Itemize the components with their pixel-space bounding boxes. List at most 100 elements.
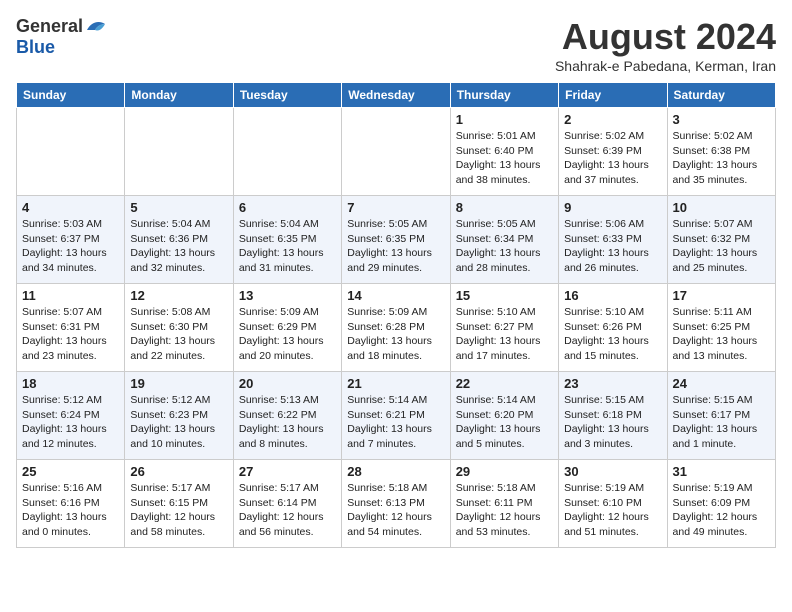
- day-number: 20: [239, 376, 336, 391]
- day-number: 25: [22, 464, 119, 479]
- calendar-cell: 16 Sunrise: 5:10 AM Sunset: 6:26 PM Dayli…: [559, 284, 667, 372]
- day-info: Sunrise: 5:14 AM Sunset: 6:20 PM Dayligh…: [456, 393, 553, 452]
- calendar-cell: 18Sunrise: 5:12 AM Sunset: 6:24 PM Dayli…: [17, 372, 125, 460]
- weekday-header-friday: Friday: [559, 83, 667, 108]
- calendar-cell: 14 Sunrise: 5:09 AM Sunset: 6:28 PM Dayli…: [342, 284, 450, 372]
- day-number: 10: [673, 200, 770, 215]
- day-number: 6: [239, 200, 336, 215]
- weekday-header-tuesday: Tuesday: [233, 83, 341, 108]
- calendar-cell: [233, 108, 341, 196]
- day-number: 21: [347, 376, 444, 391]
- weekday-header-row: SundayMondayTuesdayWednesdayThursdayFrid…: [17, 83, 776, 108]
- calendar-cell: 30Sunrise: 5:19 AM Sunset: 6:10 PM Dayli…: [559, 460, 667, 548]
- day-info: Sunrise: 5:05 AM Sunset: 6:34 PM Dayligh…: [456, 217, 553, 276]
- day-info: Sunrise: 5:01 AM Sunset: 6:40 PM Dayligh…: [456, 129, 553, 188]
- calendar-cell: [125, 108, 233, 196]
- title-area: August 2024 Shahrak-e Pabedana, Kerman, …: [555, 16, 776, 74]
- calendar-cell: [342, 108, 450, 196]
- calendar-cell: 8 Sunrise: 5:05 AM Sunset: 6:34 PM Daylig…: [450, 196, 558, 284]
- day-info: Sunrise: 5:07 AM Sunset: 6:31 PM Dayligh…: [22, 305, 119, 364]
- calendar-cell: [17, 108, 125, 196]
- calendar-cell: 11 Sunrise: 5:07 AM Sunset: 6:31 PM Dayli…: [17, 284, 125, 372]
- day-info: Sunrise: 5:18 AM Sunset: 6:13 PM Dayligh…: [347, 481, 444, 540]
- day-number: 2: [564, 112, 661, 127]
- day-info: Sunrise: 5:17 AM Sunset: 6:15 PM Dayligh…: [130, 481, 227, 540]
- calendar-cell: 1 Sunrise: 5:01 AM Sunset: 6:40 PM Daylig…: [450, 108, 558, 196]
- day-number: 23: [564, 376, 661, 391]
- week-row-4: 18Sunrise: 5:12 AM Sunset: 6:24 PM Dayli…: [17, 372, 776, 460]
- week-row-5: 25 Sunrise: 5:16 AM Sunset: 6:16 PM Dayli…: [17, 460, 776, 548]
- day-number: 13: [239, 288, 336, 303]
- day-number: 18: [22, 376, 119, 391]
- day-info: Sunrise: 5:02 AM Sunset: 6:38 PM Dayligh…: [673, 129, 770, 188]
- calendar-cell: 25 Sunrise: 5:16 AM Sunset: 6:16 PM Dayli…: [17, 460, 125, 548]
- day-number: 19: [130, 376, 227, 391]
- day-info: Sunrise: 5:08 AM Sunset: 6:30 PM Dayligh…: [130, 305, 227, 364]
- day-number: 7: [347, 200, 444, 215]
- calendar-cell: 3 Sunrise: 5:02 AM Sunset: 6:38 PM Daylig…: [667, 108, 775, 196]
- calendar-cell: 12 Sunrise: 5:08 AM Sunset: 6:30 PM Dayli…: [125, 284, 233, 372]
- day-number: 3: [673, 112, 770, 127]
- day-info: Sunrise: 5:07 AM Sunset: 6:32 PM Dayligh…: [673, 217, 770, 276]
- day-number: 24: [673, 376, 770, 391]
- day-info: Sunrise: 5:03 AM Sunset: 6:37 PM Dayligh…: [22, 217, 119, 276]
- day-number: 29: [456, 464, 553, 479]
- day-info: Sunrise: 5:19 AM Sunset: 6:09 PM Dayligh…: [673, 481, 770, 540]
- day-number: 15: [456, 288, 553, 303]
- day-number: 16: [564, 288, 661, 303]
- day-info: Sunrise: 5:04 AM Sunset: 6:36 PM Dayligh…: [130, 217, 227, 276]
- calendar-cell: 9Sunrise: 5:06 AM Sunset: 6:33 PM Daylig…: [559, 196, 667, 284]
- day-info: Sunrise: 5:11 AM Sunset: 6:25 PM Dayligh…: [673, 305, 770, 364]
- calendar-cell: 21Sunrise: 5:14 AM Sunset: 6:21 PM Dayli…: [342, 372, 450, 460]
- day-number: 5: [130, 200, 227, 215]
- week-row-2: 4 Sunrise: 5:03 AM Sunset: 6:37 PM Daylig…: [17, 196, 776, 284]
- header: General Blue August 2024 Shahrak-e Pabed…: [16, 16, 776, 74]
- day-info: Sunrise: 5:10 AM Sunset: 6:27 PM Dayligh…: [456, 305, 553, 364]
- day-info: Sunrise: 5:09 AM Sunset: 6:29 PM Dayligh…: [239, 305, 336, 364]
- day-info: Sunrise: 5:17 AM Sunset: 6:14 PM Dayligh…: [239, 481, 336, 540]
- day-number: 4: [22, 200, 119, 215]
- calendar-cell: 10 Sunrise: 5:07 AM Sunset: 6:32 PM Dayli…: [667, 196, 775, 284]
- day-info: Sunrise: 5:13 AM Sunset: 6:22 PM Dayligh…: [239, 393, 336, 452]
- day-info: Sunrise: 5:02 AM Sunset: 6:39 PM Dayligh…: [564, 129, 661, 188]
- day-number: 26: [130, 464, 227, 479]
- calendar-cell: 4 Sunrise: 5:03 AM Sunset: 6:37 PM Daylig…: [17, 196, 125, 284]
- day-number: 28: [347, 464, 444, 479]
- calendar-cell: 13 Sunrise: 5:09 AM Sunset: 6:29 PM Dayli…: [233, 284, 341, 372]
- calendar-cell: 15 Sunrise: 5:10 AM Sunset: 6:27 PM Dayli…: [450, 284, 558, 372]
- calendar-cell: 6Sunrise: 5:04 AM Sunset: 6:35 PM Daylig…: [233, 196, 341, 284]
- calendar-table: SundayMondayTuesdayWednesdayThursdayFrid…: [16, 82, 776, 548]
- logo: General Blue: [16, 16, 107, 58]
- month-year: August 2024: [555, 16, 776, 58]
- logo-bird-icon: [85, 18, 107, 36]
- day-number: 27: [239, 464, 336, 479]
- day-number: 14: [347, 288, 444, 303]
- calendar-cell: 20 Sunrise: 5:13 AM Sunset: 6:22 PM Dayli…: [233, 372, 341, 460]
- weekday-header-wednesday: Wednesday: [342, 83, 450, 108]
- calendar-cell: 5 Sunrise: 5:04 AM Sunset: 6:36 PM Daylig…: [125, 196, 233, 284]
- calendar-cell: 31 Sunrise: 5:19 AM Sunset: 6:09 PM Dayli…: [667, 460, 775, 548]
- week-row-3: 11 Sunrise: 5:07 AM Sunset: 6:31 PM Dayli…: [17, 284, 776, 372]
- day-info: Sunrise: 5:09 AM Sunset: 6:28 PM Dayligh…: [347, 305, 444, 364]
- day-info: Sunrise: 5:12 AM Sunset: 6:23 PM Dayligh…: [130, 393, 227, 452]
- day-number: 1: [456, 112, 553, 127]
- day-info: Sunrise: 5:16 AM Sunset: 6:16 PM Dayligh…: [22, 481, 119, 540]
- location: Shahrak-e Pabedana, Kerman, Iran: [555, 58, 776, 74]
- day-info: Sunrise: 5:19 AM Sunset: 6:10 PM Dayligh…: [564, 481, 661, 540]
- calendar-cell: 19 Sunrise: 5:12 AM Sunset: 6:23 PM Dayli…: [125, 372, 233, 460]
- calendar-cell: 24Sunrise: 5:15 AM Sunset: 6:17 PM Dayli…: [667, 372, 775, 460]
- calendar-cell: 7Sunrise: 5:05 AM Sunset: 6:35 PM Daylig…: [342, 196, 450, 284]
- day-number: 17: [673, 288, 770, 303]
- day-number: 8: [456, 200, 553, 215]
- weekday-header-thursday: Thursday: [450, 83, 558, 108]
- day-info: Sunrise: 5:10 AM Sunset: 6:26 PM Dayligh…: [564, 305, 661, 364]
- weekday-header-saturday: Saturday: [667, 83, 775, 108]
- weekday-header-monday: Monday: [125, 83, 233, 108]
- logo-blue-text: Blue: [16, 37, 55, 58]
- logo-general-text: General: [16, 16, 83, 37]
- day-number: 11: [22, 288, 119, 303]
- calendar-cell: 17 Sunrise: 5:11 AM Sunset: 6:25 PM Dayli…: [667, 284, 775, 372]
- day-number: 31: [673, 464, 770, 479]
- calendar-cell: 27 Sunrise: 5:17 AM Sunset: 6:14 PM Dayli…: [233, 460, 341, 548]
- day-number: 12: [130, 288, 227, 303]
